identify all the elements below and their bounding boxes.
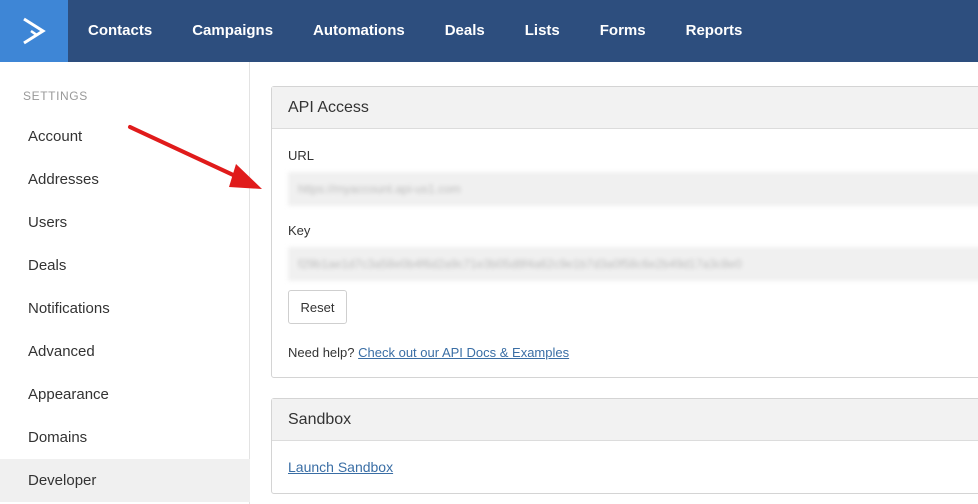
sandbox-title: Sandbox [272, 399, 978, 441]
main-content: API Access URL Key Reset Need help? Chec… [250, 62, 978, 504]
settings-sidebar: SETTINGS Account Addresses Users Deals N… [0, 62, 250, 504]
sandbox-panel: Sandbox Launch Sandbox [271, 398, 978, 494]
activecampaign-chevron-icon [23, 17, 46, 45]
url-field[interactable] [288, 172, 978, 206]
help-line: Need help? Check out our API Docs & Exam… [288, 345, 569, 360]
sidebar-item-users[interactable]: Users [0, 201, 250, 244]
nav-deals[interactable]: Deals [425, 0, 505, 62]
nav-contacts[interactable]: Contacts [68, 0, 172, 62]
top-navigation-bar: Contacts Campaigns Automations Deals Lis… [0, 0, 978, 62]
sidebar-item-deals[interactable]: Deals [0, 244, 250, 287]
sidebar-title: SETTINGS [23, 89, 88, 103]
app-logo[interactable] [0, 0, 68, 62]
url-label: URL [288, 148, 315, 163]
nav-campaigns[interactable]: Campaigns [172, 0, 293, 62]
sidebar-item-advanced[interactable]: Advanced [0, 330, 250, 373]
nav-lists[interactable]: Lists [505, 0, 580, 62]
sidebar-item-domains[interactable]: Domains [0, 416, 250, 459]
sidebar-item-addresses[interactable]: Addresses [0, 158, 250, 201]
nav-reports[interactable]: Reports [666, 0, 763, 62]
sidebar-item-notifications[interactable]: Notifications [0, 287, 250, 330]
api-access-title: API Access [272, 87, 978, 129]
launch-sandbox-link[interactable]: Launch Sandbox [288, 459, 393, 475]
api-access-panel: API Access URL Key Reset Need help? Chec… [271, 86, 978, 378]
api-docs-link[interactable]: Check out our API Docs & Examples [358, 345, 569, 360]
sidebar-item-account[interactable]: Account [0, 115, 250, 158]
reset-button[interactable]: Reset [288, 290, 347, 324]
nav-forms[interactable]: Forms [580, 0, 666, 62]
key-field[interactable] [288, 247, 978, 281]
sidebar-item-developer[interactable]: Developer [0, 459, 250, 502]
sidebar-item-appearance[interactable]: Appearance [0, 373, 250, 416]
main-nav: Contacts Campaigns Automations Deals Lis… [68, 0, 762, 62]
sidebar-list: Account Addresses Users Deals Notificati… [0, 115, 250, 502]
nav-automations[interactable]: Automations [293, 0, 425, 62]
help-text: Need help? [288, 345, 355, 360]
key-label: Key [288, 223, 311, 238]
